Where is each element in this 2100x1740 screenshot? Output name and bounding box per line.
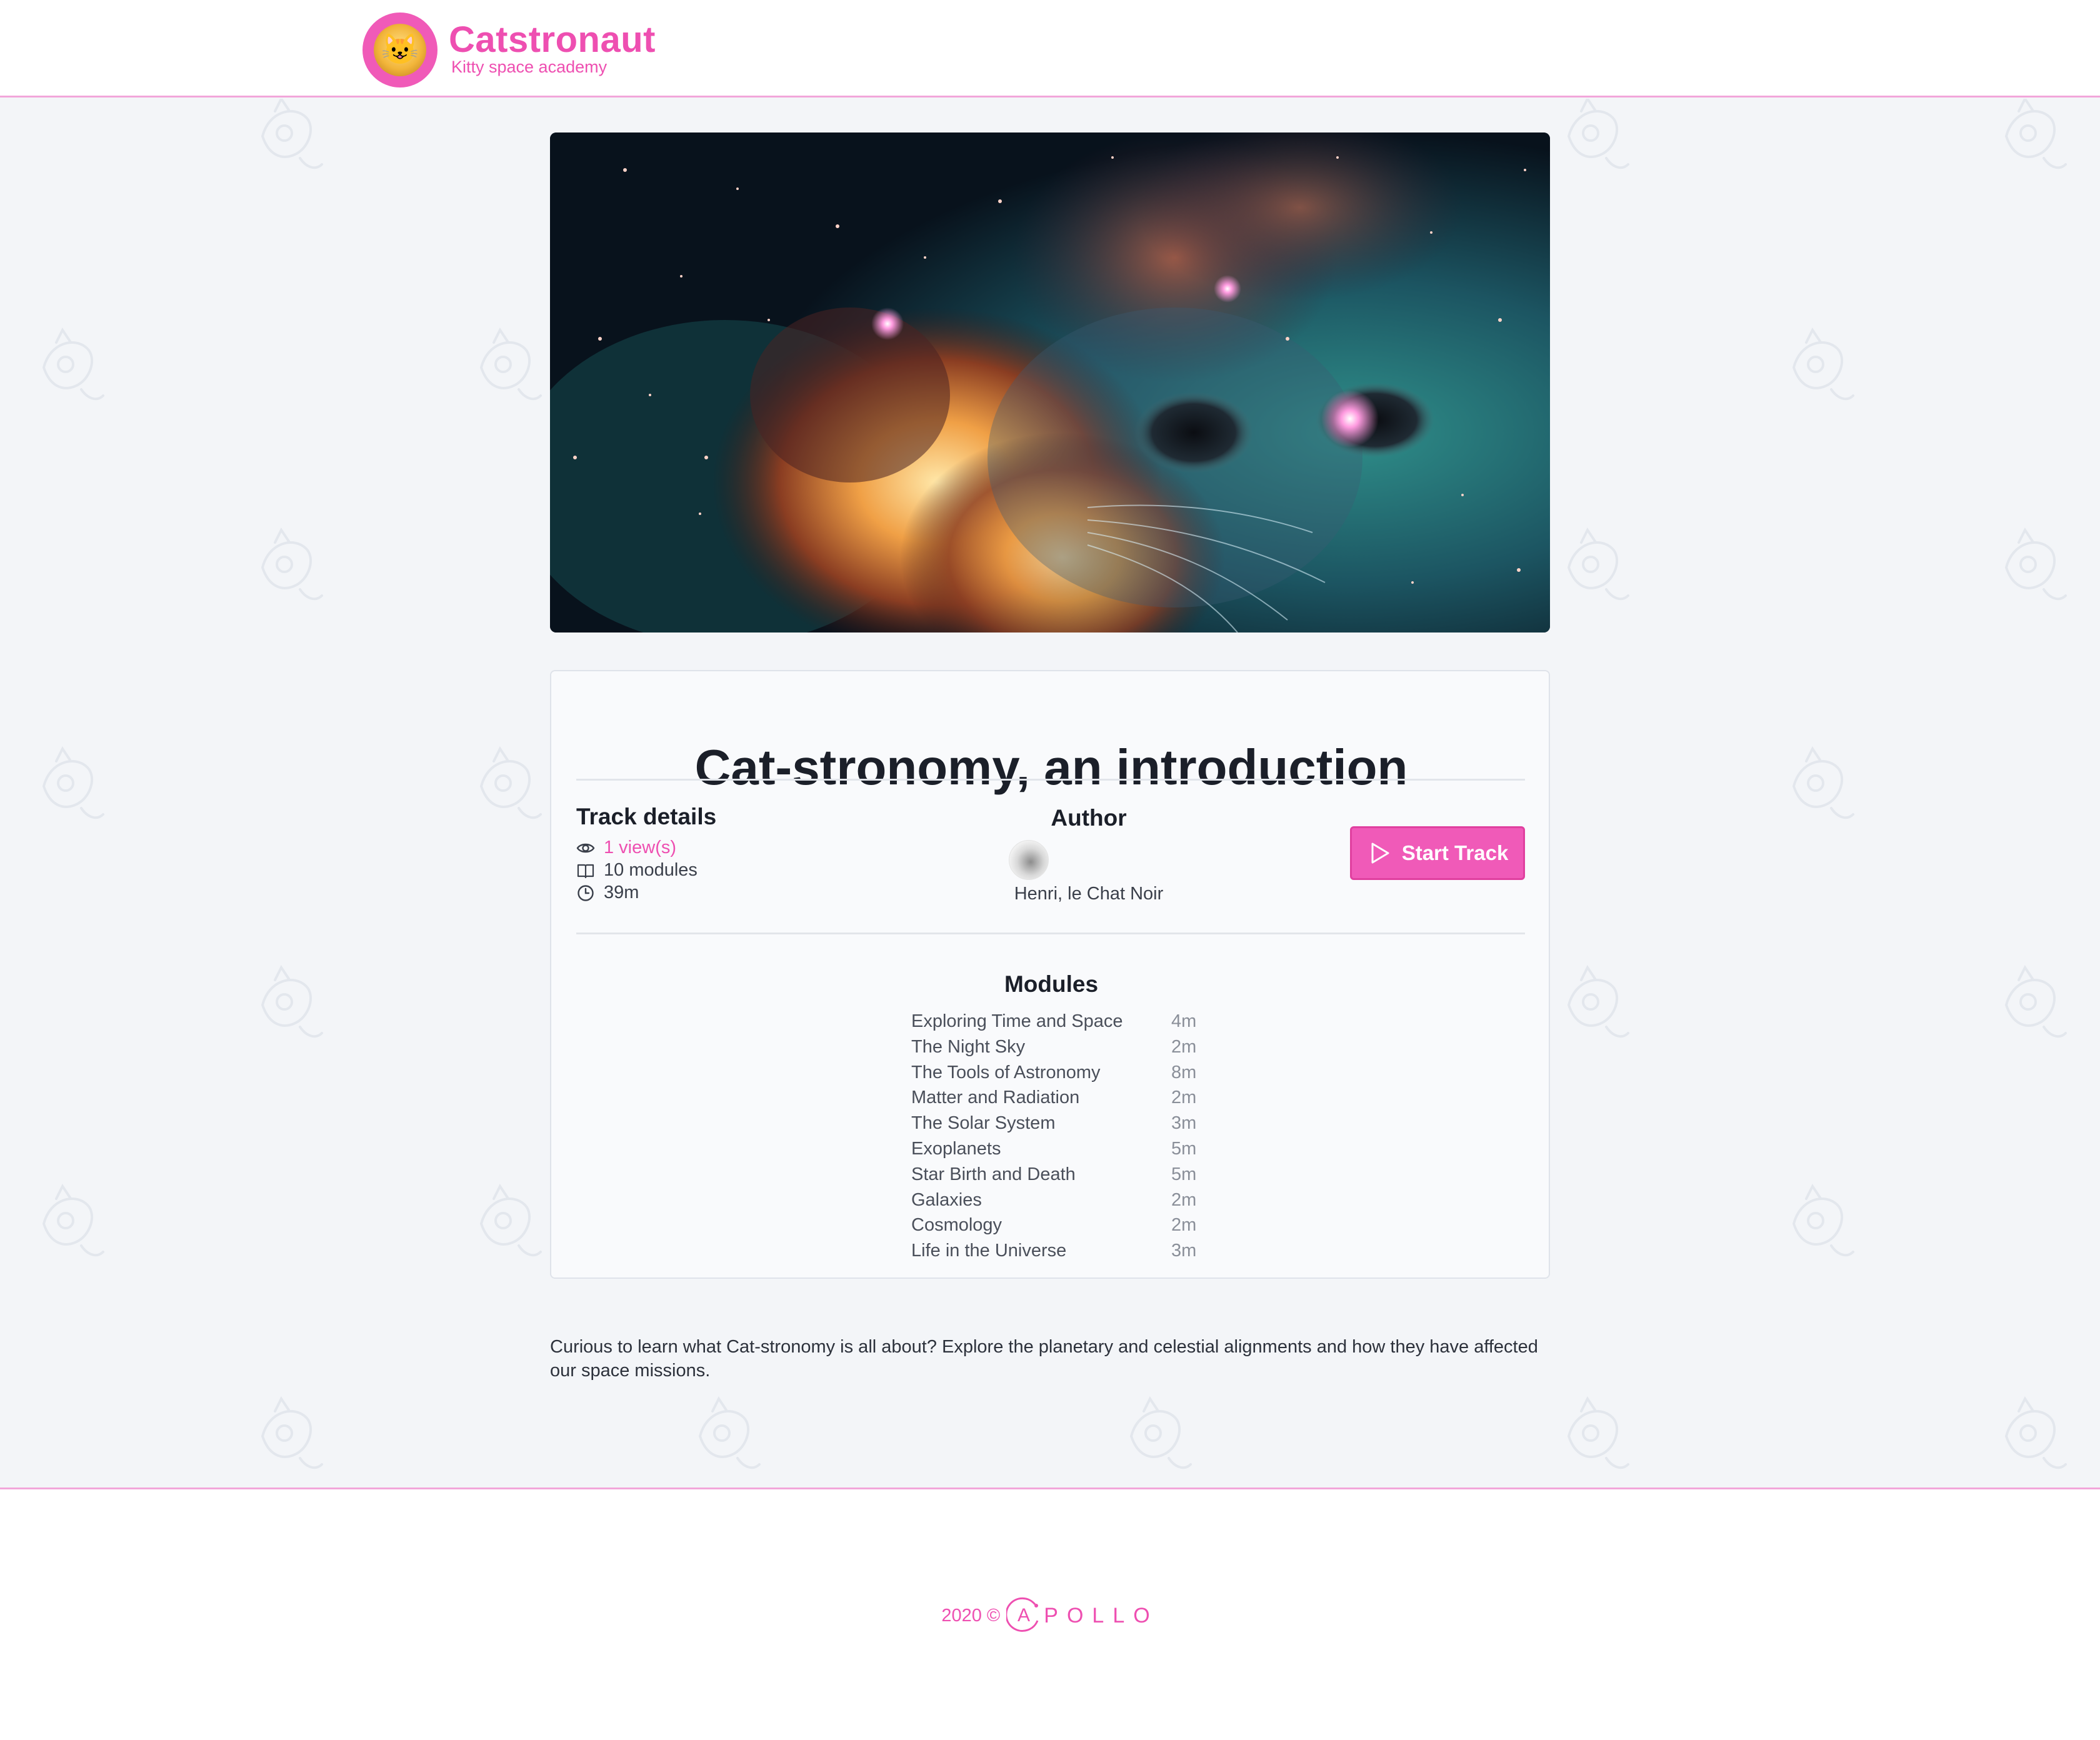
brand-subtitle: Kitty space academy — [451, 58, 608, 76]
module-length: 5m — [1171, 1164, 1197, 1184]
module-length: 8m — [1171, 1062, 1197, 1082]
module-item[interactable]: Exoplanets 5m — [911, 1136, 1199, 1162]
footer-credits: 2020 © A POLLO — [0, 1596, 2100, 1636]
module-title: Cosmology — [911, 1215, 1002, 1236]
track-duration: 39m — [604, 882, 639, 902]
apollo-logo[interactable]: A POLLO — [1006, 1596, 1158, 1636]
divider — [576, 779, 1525, 781]
module-length: 3m — [1171, 1241, 1197, 1261]
module-length: 4m — [1171, 1011, 1197, 1031]
start-track-button[interactable]: Start Track — [1350, 826, 1525, 880]
duration-detail: 39m — [576, 882, 639, 903]
module-item[interactable]: The Night Sky 2m — [911, 1034, 1199, 1060]
module-title: The Tools of Astronomy — [911, 1062, 1101, 1082]
module-title: Galaxies — [911, 1189, 982, 1210]
author-avatar — [1009, 840, 1049, 880]
cat-astronaut-face-icon: 😺 — [374, 24, 426, 76]
module-length: 2m — [1171, 1036, 1197, 1057]
views-detail: 1 view(s) — [576, 838, 676, 858]
cat-nebula-illustration — [550, 132, 1550, 632]
module-item[interactable]: Exploring Time and Space 4m — [911, 1009, 1199, 1034]
author-name: Henri, le Chat Noir — [1014, 884, 1164, 904]
divider — [576, 932, 1525, 934]
eye-icon — [576, 839, 595, 858]
module-title: Exploring Time and Space — [911, 1011, 1123, 1031]
module-item[interactable]: The Tools of Astronomy 8m — [911, 1060, 1199, 1086]
track-description: Curious to learn what Cat-stronomy is al… — [550, 1337, 1538, 1381]
module-title: Exoplanets — [911, 1138, 1001, 1159]
footer: 2020 © A POLLO — [0, 1488, 2100, 1740]
module-title: Matter and Radiation — [911, 1088, 1080, 1108]
start-track-label: Start Track — [1401, 841, 1509, 864]
modules-heading: Modules — [1004, 971, 1099, 997]
module-item[interactable]: Matter and Radiation 2m — [911, 1085, 1199, 1111]
apollo-initial: A — [1018, 1605, 1030, 1626]
module-item[interactable]: Star Birth and Death 5m — [911, 1162, 1199, 1188]
track-title: Cat-stronomy, an introduction — [694, 739, 1408, 795]
header: 😺 Catstronaut Kitty space academy — [0, 0, 2100, 98]
module-title: The Solar System — [911, 1113, 1056, 1134]
apollo-ring-icon: A — [1006, 1597, 1039, 1632]
modules-count: 10 modules — [604, 860, 698, 880]
book-icon — [576, 861, 595, 880]
module-length: 2m — [1171, 1215, 1197, 1236]
module-length: 3m — [1171, 1113, 1197, 1134]
module-title: The Night Sky — [911, 1036, 1026, 1057]
module-item[interactable]: Galaxies 2m — [911, 1188, 1199, 1213]
modules-detail: 10 modules — [576, 860, 698, 881]
footer-copyright: 2020 © — [941, 1605, 1001, 1626]
module-item[interactable]: Life in the Universe 3m — [911, 1238, 1199, 1264]
module-length: 2m — [1171, 1088, 1197, 1108]
catstronaut-logo-icon[interactable]: 😺 — [362, 12, 438, 88]
track-details-card: Cat-stronomy, an introduction Track deta… — [550, 670, 1550, 1279]
clock-icon — [576, 884, 595, 902]
apollo-wordmark: POLLO — [1044, 1603, 1159, 1628]
author-heading: Author — [1051, 805, 1127, 831]
module-item[interactable]: The Solar System 3m — [911, 1111, 1199, 1136]
module-item[interactable]: Cosmology 2m — [911, 1212, 1199, 1238]
play-icon — [1367, 841, 1392, 866]
module-length: 2m — [1171, 1189, 1197, 1210]
modules-list: Exploring Time and Space 4m The Night Sky… — [911, 1009, 1199, 1264]
track-details-heading: Track details — [576, 804, 717, 829]
module-title: Life in the Universe — [911, 1241, 1067, 1261]
module-length: 5m — [1171, 1138, 1197, 1159]
views-count: 1 view(s) — [604, 838, 677, 858]
brand-name[interactable]: Catstronaut — [449, 19, 656, 61]
module-title: Star Birth and Death — [911, 1164, 1076, 1184]
track-hero-image — [550, 132, 1550, 632]
